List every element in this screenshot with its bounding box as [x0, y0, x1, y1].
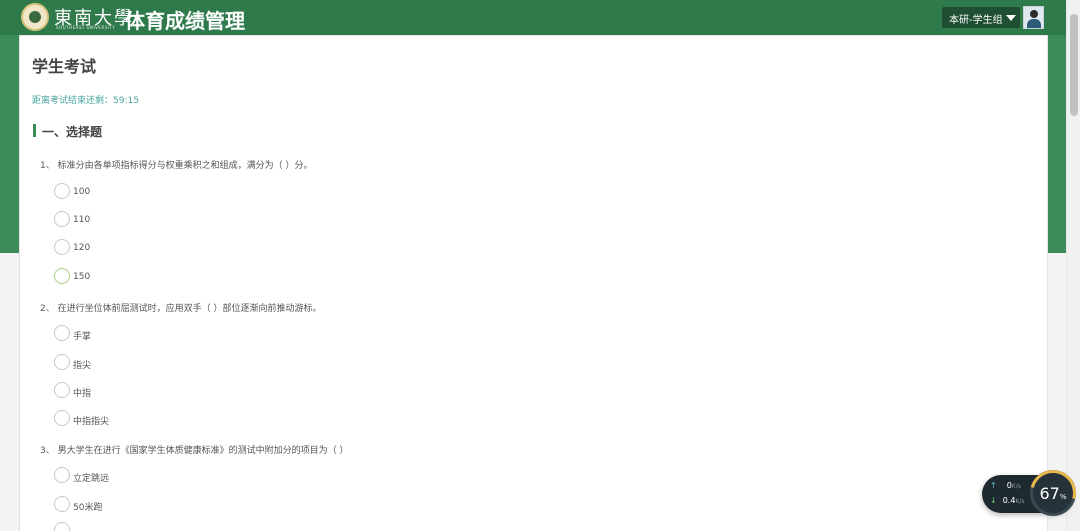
option-label: 中指	[73, 389, 92, 399]
option-label: 中指指尖	[73, 417, 110, 427]
radio-button[interactable]	[54, 496, 70, 512]
radio-button[interactable]	[54, 239, 70, 255]
user-avatar[interactable]	[1023, 6, 1044, 29]
q2-option-4[interactable]: 中指指尖	[54, 410, 214, 428]
usage-percent-sign: %	[1059, 493, 1067, 501]
download-arrow-icon: ↓	[990, 496, 997, 505]
user-menu-label: 本研-学生组	[949, 15, 1003, 26]
radio-button[interactable]	[54, 522, 70, 531]
radio-button[interactable]	[54, 467, 70, 483]
university-seal-icon	[21, 3, 49, 31]
option-label: 150	[73, 272, 91, 282]
q1-option-2[interactable]: 110	[54, 211, 214, 229]
q2-option-3[interactable]: 中指	[54, 382, 214, 400]
option-label: 110	[73, 215, 91, 225]
q1-option-1[interactable]: 100	[54, 183, 214, 201]
avatar-head	[1030, 10, 1038, 18]
usage-percent: 67	[1039, 484, 1060, 503]
download-speed: ↓ 0.4K/s	[990, 496, 1025, 505]
option-label: 120	[73, 243, 91, 253]
page-title: 学生考试	[32, 57, 97, 76]
q1-option-4[interactable]: 150	[54, 268, 214, 286]
radio-button[interactable]	[54, 325, 70, 341]
option-label: 手掌	[73, 332, 92, 342]
top-header: 東南大學 SOUTHEAST UNIVERSITY 体育成绩管理 本研-学生组	[0, 0, 1066, 35]
question-1-text: 1、 标准分由各单项指标得分与权重乘积之和组成，满分为（ ）分。	[40, 161, 313, 171]
upload-speed: ↑ 0K/s	[990, 481, 1021, 490]
user-menu-dropdown[interactable]: 本研-学生组	[942, 7, 1020, 28]
question-2-text: 2、 在进行坐位体前屈测试时，应用双手（ ）部位逐渐向前推动游标。	[40, 304, 322, 314]
section-title: 一、选择题	[42, 125, 103, 139]
upload-arrow-icon: ↑	[990, 481, 997, 490]
gauge-value: 67%	[1033, 484, 1073, 503]
exam-countdown: 距离考试结束还剩：59:15	[32, 96, 139, 106]
q3-option-3-partial[interactable]	[54, 522, 214, 531]
q2-option-2[interactable]: 指尖	[54, 354, 214, 372]
exam-card: 学生考试 距离考试结束还剩：59:15 一、选择题 1、 标准分由各单项指标得分…	[19, 35, 1048, 531]
option-label: 100	[73, 187, 91, 197]
radio-button[interactable]	[54, 410, 70, 426]
page-scrollbar[interactable]	[1066, 0, 1080, 531]
radio-button[interactable]	[54, 211, 70, 227]
upload-unit: K/s	[1011, 483, 1021, 490]
caret-down-icon	[1006, 15, 1016, 21]
option-label: 立定跳远	[73, 474, 110, 484]
university-logo-subtext: SOUTHEAST UNIVERSITY	[56, 25, 116, 30]
download-value: 0.4	[1002, 496, 1016, 505]
radio-button[interactable]	[54, 382, 70, 398]
avatar-body	[1027, 19, 1041, 28]
app-title: 体育成绩管理	[125, 9, 245, 33]
radio-button[interactable]	[54, 268, 70, 284]
scrollbar-thumb[interactable]	[1070, 14, 1078, 116]
section-accent-bar	[33, 124, 36, 137]
usage-gauge[interactable]: 67%	[1021, 461, 1080, 525]
question-3-text: 3、 男大学生在进行《国家学生体质健康标准》的测试中附加分的项目为（ ）	[40, 446, 349, 456]
q3-option-2[interactable]: 50米跑	[54, 496, 214, 514]
option-label: 指尖	[73, 361, 92, 371]
radio-button[interactable]	[54, 354, 70, 370]
q3-option-1[interactable]: 立定跳远	[54, 467, 214, 485]
q1-option-3[interactable]: 120	[54, 239, 214, 257]
q2-option-1[interactable]: 手掌	[54, 325, 214, 343]
download-unit: K/s	[1015, 498, 1025, 505]
radio-button[interactable]	[54, 183, 70, 199]
option-label: 50米跑	[73, 503, 103, 513]
